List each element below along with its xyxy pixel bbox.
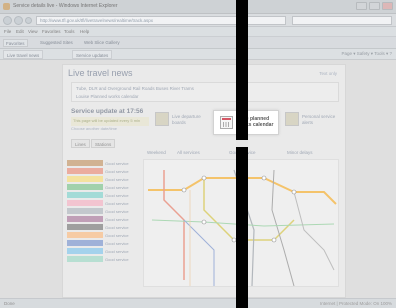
line-color-swatch <box>67 240 103 246</box>
menu-tools[interactable]: Tools <box>64 29 75 34</box>
menu-help[interactable]: Help <box>80 29 89 34</box>
line-status-row[interactable]: Good service <box>67 200 141 207</box>
line-status-row[interactable]: Good service <box>67 232 141 239</box>
line-color-swatch <box>67 256 103 262</box>
choose-date-link[interactable]: Choose another date/time <box>71 126 117 131</box>
line-status-text: Good service <box>105 161 129 166</box>
status-text: Done <box>4 301 15 306</box>
back-button[interactable] <box>3 16 12 25</box>
menu-edit[interactable]: Edit <box>16 29 24 34</box>
line-status-row[interactable]: Good service <box>67 240 141 247</box>
line-color-swatch <box>67 248 103 254</box>
line-status-list: Good service Good service Good service Good… <box>67 160 141 264</box>
calendar-links[interactable]: Louise Planned works calendar <box>76 94 139 99</box>
tab-live-travel-news[interactable]: Live travel news <box>3 50 44 59</box>
line-status-text: Good service <box>105 185 129 190</box>
service-heading: Service update at 17:56 <box>71 108 144 115</box>
line-status-row[interactable]: Good service <box>67 184 141 191</box>
line-status-text: Good service <box>105 209 129 214</box>
menu-bar: File Edit View Favorites Tools Help <box>0 27 396 37</box>
line-color-swatch <box>67 224 103 230</box>
line-status-row[interactable]: Good service <box>67 216 141 223</box>
filter-minor-delays[interactable]: Minor delays <box>287 150 313 155</box>
line-status-text: Good service <box>105 193 129 198</box>
promo-label: Personal service alerts <box>302 114 336 125</box>
address-bar[interactable]: http://www.tfl.gov.uk/tfl/livetravelnews… <box>36 16 286 25</box>
line-status-text: Good service <box>105 169 129 174</box>
zone-indicator: Internet | Protected Mode: On 100% <box>320 301 392 306</box>
line-status-text: Good service <box>105 241 129 246</box>
close-button[interactable] <box>382 2 393 10</box>
tab-bar: Live travel news Service updates Page ▾ … <box>0 49 396 60</box>
browser-icon <box>3 3 10 10</box>
update-notice: This page will be updated every 5 min <box>71 117 149 126</box>
line-status-text: Good service <box>105 257 129 262</box>
filter-weekend[interactable]: Weekend <box>147 150 166 155</box>
status-bar: Done Internet | Protected Mode: On 100% <box>0 298 396 308</box>
line-color-swatch <box>67 184 103 190</box>
alerts-icon <box>285 112 299 126</box>
occlusion-gap <box>236 140 248 147</box>
line-status-row[interactable]: Good service <box>67 168 141 175</box>
occlusion-bar <box>236 0 248 308</box>
line-status-text: Good service <box>105 201 129 206</box>
maximize-button[interactable] <box>369 2 380 10</box>
line-color-swatch <box>67 208 103 214</box>
favorites-button[interactable]: Favorites <box>3 39 28 47</box>
tab-lines[interactable]: Lines <box>71 139 90 148</box>
navigation-bar: http://www.tfl.gov.uk/tfl/livetravelnews… <box>0 14 396 27</box>
line-status-row[interactable]: Good service <box>67 176 141 183</box>
line-color-swatch <box>67 168 103 174</box>
menu-favorites[interactable]: Favorites <box>42 29 61 34</box>
page-title: Live travel news <box>68 68 133 78</box>
search-input[interactable] <box>292 16 392 25</box>
line-color-swatch <box>67 160 103 166</box>
line-color-swatch <box>67 200 103 206</box>
tab-service-updates[interactable]: Service updates <box>72 50 113 59</box>
window-controls <box>356 2 393 10</box>
line-status-text: Good service <box>105 249 129 254</box>
text-only-link[interactable]: Text only <box>319 71 337 76</box>
line-status-text: Good service <box>105 225 129 230</box>
promo-label: Live departure boards <box>172 114 201 125</box>
line-status-text: Good service <box>105 177 129 182</box>
menu-file[interactable]: File <box>4 29 11 34</box>
line-status-text: Good service <box>105 217 129 222</box>
line-status-row[interactable]: Good service <box>67 248 141 255</box>
page-area: Live travel news Text only Tube, DLR and… <box>0 60 396 298</box>
mode-filter-box: Tube, DLR and Overground Rail Roads Buse… <box>71 82 339 102</box>
line-color-swatch <box>67 192 103 198</box>
line-color-swatch <box>67 176 103 182</box>
main-content: Live travel news Text only Tube, DLR and… <box>62 64 346 298</box>
suggested-sites-link[interactable]: Suggested Sites <box>38 39 75 47</box>
forward-button[interactable] <box>14 16 23 25</box>
minimize-button[interactable] <box>356 2 367 10</box>
departure-board-icon <box>155 112 169 126</box>
calendar-icon <box>220 116 233 129</box>
dropdown-icon[interactable] <box>25 17 32 24</box>
title-bar: Service details live - Windows Internet … <box>0 0 396 14</box>
line-status-row[interactable]: Good service <box>67 192 141 199</box>
line-status-row[interactable]: Good service <box>67 160 141 167</box>
web-slice-gallery-link[interactable]: Web Slice Gallery <box>82 39 122 47</box>
line-status-row[interactable]: Good service <box>67 208 141 215</box>
line-status-row[interactable]: Good service <box>67 256 141 263</box>
favorites-toolbar: Favorites Suggested Sites Web Slice Gall… <box>0 37 396 49</box>
command-bar[interactable]: Page ▾ Safety ▾ Tools ▾ ? <box>342 51 392 57</box>
window-title: Service details live - Windows Internet … <box>13 3 118 9</box>
mode-filter-links[interactable]: Tube, DLR and Overground Rail Roads Buse… <box>76 86 194 91</box>
line-color-swatch <box>67 232 103 238</box>
menu-view[interactable]: View <box>28 29 38 34</box>
tab-stations[interactable]: Stations <box>91 139 116 148</box>
line-status-row[interactable]: Good service <box>67 224 141 231</box>
line-color-swatch <box>67 216 103 222</box>
line-status-text: Good service <box>105 233 129 238</box>
filter-all-services[interactable]: All services <box>177 150 200 155</box>
